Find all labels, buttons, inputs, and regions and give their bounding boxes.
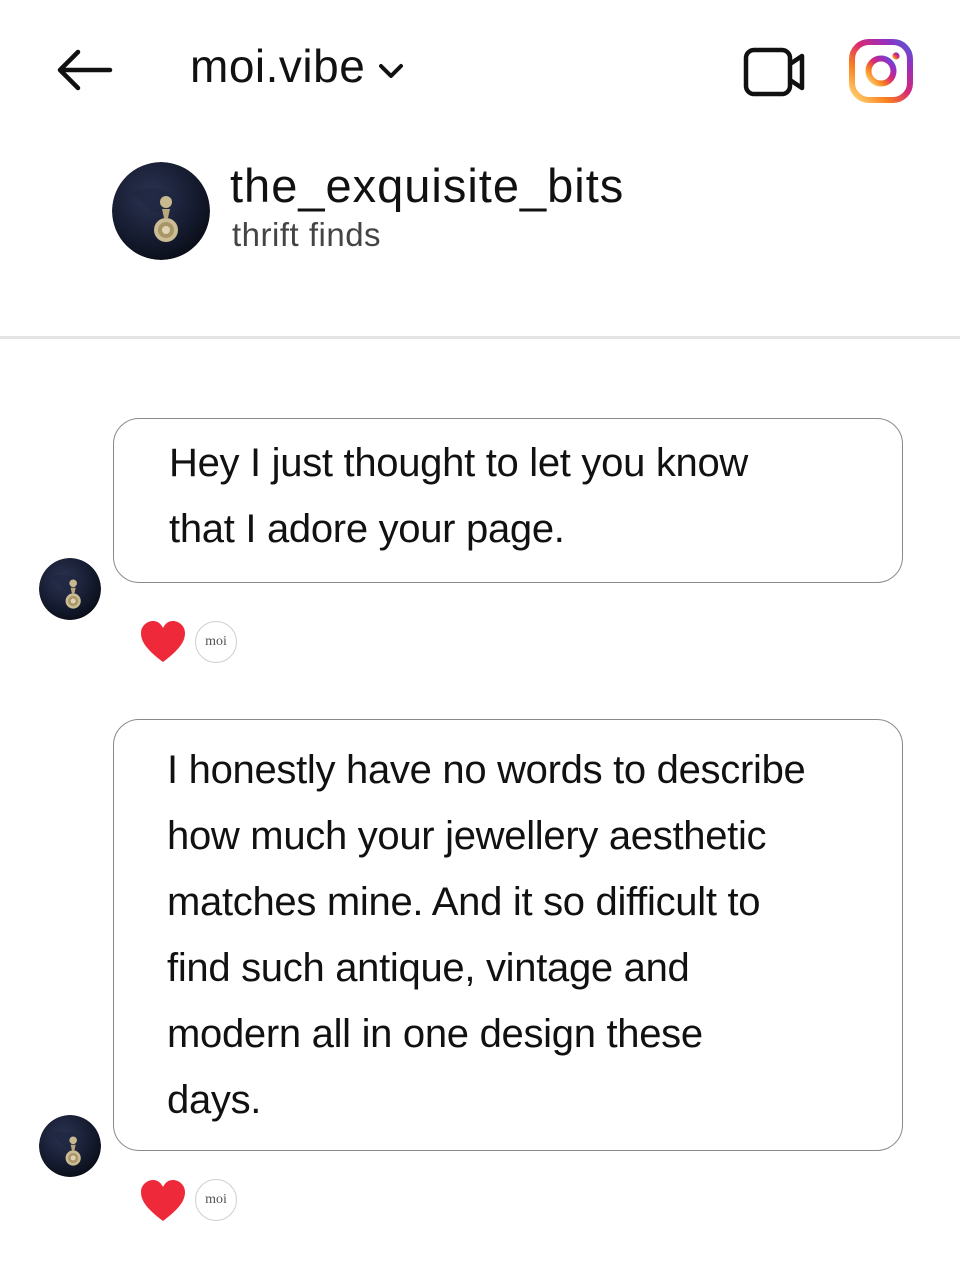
profile-bio: thrift finds — [232, 216, 382, 253]
back-button[interactable] — [50, 42, 120, 98]
message-line: how much your jewellery aesthetic — [167, 814, 767, 858]
message-line: I honestly have no words to describe — [167, 748, 806, 792]
message-line: find such antique, vintage and — [167, 946, 690, 990]
sender-avatar[interactable] — [39, 1115, 101, 1177]
reactor-avatar[interactable]: moi — [195, 1179, 237, 1221]
message-line: matches mine. And it so difficult to — [167, 880, 761, 924]
message-line: Hey I just thought to let you know — [169, 441, 749, 485]
chat-title-button[interactable]: moi.vibe — [190, 36, 405, 96]
sender-avatar[interactable] — [39, 558, 101, 620]
heart-icon — [141, 621, 185, 662]
message-line: days. — [167, 1078, 262, 1122]
instagram-icon — [849, 39, 913, 103]
arrow-left-icon — [57, 49, 113, 91]
heart-reaction[interactable] — [139, 1179, 187, 1223]
message-bubble[interactable]: Hey I just thought to let you know that … — [113, 418, 903, 583]
chevron-down-icon — [379, 64, 404, 78]
heart-icon — [141, 1180, 185, 1221]
message-line: modern all in one design these — [167, 1012, 703, 1056]
video-call-button[interactable] — [740, 44, 810, 100]
earring-avatar — [112, 162, 210, 260]
reactor-label: moi — [205, 1192, 227, 1207]
instagram-button[interactable] — [848, 38, 914, 104]
heart-reaction[interactable] — [139, 620, 187, 664]
reactor-avatar[interactable]: moi — [195, 621, 237, 663]
header-divider — [0, 336, 960, 339]
profile-username[interactable]: the_exquisite_bits — [230, 158, 624, 213]
earring-avatar — [39, 1115, 101, 1177]
reactor-label: moi — [205, 634, 227, 649]
message-bubble[interactable]: I honestly have no words to describe how… — [113, 719, 903, 1151]
chat-title: moi.vibe — [190, 40, 366, 92]
profile-avatar[interactable] — [112, 162, 210, 260]
video-camera-icon — [743, 47, 805, 97]
message-line: that I adore your page. — [169, 507, 565, 551]
earring-avatar — [39, 558, 101, 620]
